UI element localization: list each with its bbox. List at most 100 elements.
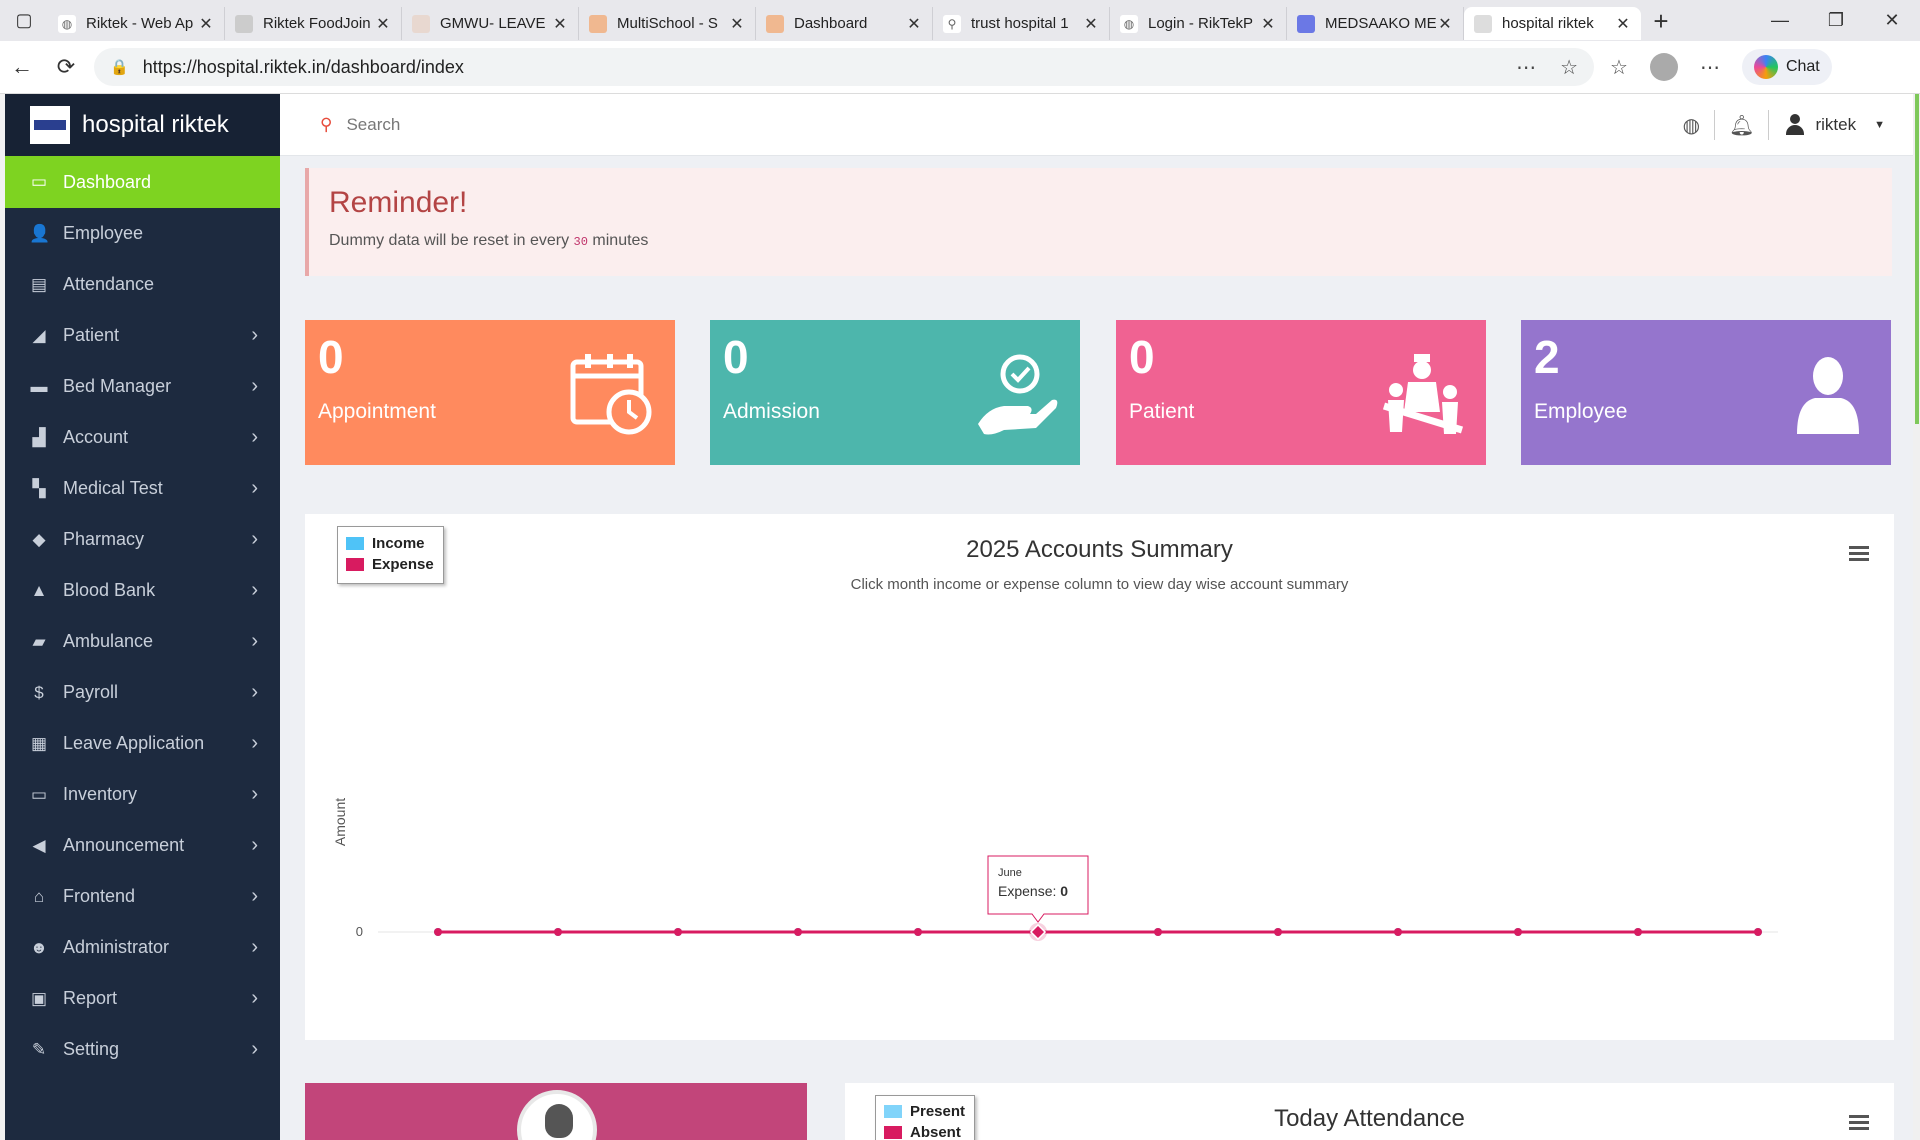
chart-menu-icon[interactable] bbox=[1849, 1115, 1869, 1133]
data-point-expense[interactable] bbox=[1754, 928, 1762, 936]
medical-team-icon bbox=[1382, 354, 1464, 434]
browser-tab[interactable]: GMWU- LEAVE ✕ bbox=[402, 7, 579, 40]
back-icon[interactable]: ← bbox=[0, 47, 44, 87]
calendar-clock-icon bbox=[570, 354, 652, 435]
url-field[interactable]: 🔒 https://hospital.riktek.in/dashboard/i… bbox=[94, 48, 1594, 86]
new-tab-button[interactable]: + bbox=[1641, 6, 1681, 37]
sidebar-item-administrator[interactable]: ☻ Administrator › bbox=[5, 922, 280, 973]
hand-check-icon bbox=[978, 354, 1058, 435]
sidebar-item-attendance[interactable]: ▤ Attendance bbox=[5, 259, 280, 310]
chevron-right-icon: › bbox=[251, 783, 258, 805]
chart-menu-icon[interactable] bbox=[1849, 546, 1869, 564]
sidebar-item-label: Setting bbox=[63, 1039, 120, 1059]
close-tab-icon[interactable]: ✕ bbox=[1437, 14, 1453, 34]
chat-button[interactable]: Chat bbox=[1741, 49, 1832, 85]
keyboard-icon: ▭ bbox=[30, 784, 48, 804]
data-point-expense[interactable] bbox=[1274, 928, 1282, 936]
data-point-expense[interactable] bbox=[1514, 928, 1522, 936]
browser-tab[interactable]: MultiSchool - S ✕ bbox=[579, 7, 756, 40]
search-icon[interactable]: ⚲ bbox=[320, 115, 332, 135]
reminder-minutes: 30 bbox=[573, 235, 588, 249]
admission-card[interactable]: 0 Admission bbox=[710, 320, 1080, 465]
sidebar-item-setting[interactable]: ✎ Setting › bbox=[5, 1024, 280, 1075]
close-tab-icon[interactable]: ✕ bbox=[1260, 14, 1276, 34]
globe-icon[interactable]: ◍ bbox=[1669, 113, 1714, 138]
sidebar-item-label: Blood Bank bbox=[63, 580, 156, 600]
data-point-expense[interactable] bbox=[554, 928, 562, 936]
settings-more-icon[interactable]: ⋯ bbox=[1700, 55, 1720, 80]
sidebar-item-patient[interactable]: ◢ Patient › bbox=[5, 310, 280, 361]
favorites-icon[interactable]: ☆ bbox=[1610, 55, 1628, 80]
sidebar-item-label: Employee bbox=[63, 223, 144, 243]
sidebar-item-blood-bank[interactable]: ▲ Blood Bank › bbox=[5, 565, 280, 616]
data-point-expense[interactable] bbox=[434, 928, 442, 936]
browser-tab[interactable]: Riktek FoodJoin ✕ bbox=[225, 7, 402, 40]
patient-card[interactable]: 0 Patient bbox=[1116, 320, 1486, 465]
data-point-expense[interactable] bbox=[1634, 928, 1642, 936]
sidebar-item-frontend[interactable]: ⌂ Frontend › bbox=[5, 871, 280, 922]
minimize-icon[interactable]: — bbox=[1752, 0, 1808, 41]
sidebar-item-pharmacy[interactable]: ◆ Pharmacy › bbox=[5, 514, 280, 565]
brand[interactable]: hospital riktek bbox=[5, 94, 280, 156]
data-point-expense[interactable] bbox=[1154, 928, 1162, 936]
data-point-expense[interactable] bbox=[794, 928, 802, 936]
sidebar-item-announcement[interactable]: ◀ Announcement › bbox=[5, 820, 280, 871]
appointment-card[interactable]: 0 Appointment bbox=[305, 320, 675, 465]
lock-icon[interactable]: 🔒 bbox=[110, 58, 129, 76]
sidebar-item-employee[interactable]: 👤 Employee bbox=[5, 208, 280, 259]
employee-card[interactable]: 2 Employee bbox=[1521, 320, 1891, 465]
top-navbar: ⚲ ◍ 🔔︎ riktek ▼ bbox=[280, 94, 1913, 156]
browser-tab[interactable]: ◍ Login - RikTekP ✕ bbox=[1110, 7, 1287, 40]
refresh-icon[interactable]: ⟳ bbox=[44, 47, 88, 87]
sidebar-item-payroll[interactable]: $ Payroll › bbox=[5, 667, 280, 718]
data-point-expense[interactable] bbox=[914, 928, 922, 936]
browser-tab[interactable]: hospital riktek ✕ bbox=[1464, 7, 1641, 40]
sidebar-item-ambulance[interactable]: ▰ Ambulance › bbox=[5, 616, 280, 667]
more-tools-icon[interactable]: ⋯ bbox=[1516, 55, 1536, 80]
browser-tab[interactable]: MEDSAAKO ME ✕ bbox=[1287, 7, 1464, 40]
close-tab-icon[interactable]: ✕ bbox=[729, 14, 745, 34]
browser-tab[interactable]: ⚲ trust hospital 1 ✕ bbox=[933, 7, 1110, 40]
close-tab-icon[interactable]: ✕ bbox=[552, 14, 568, 34]
reminder-text: Dummy data will be reset in every 30 min… bbox=[329, 232, 649, 249]
site-icon bbox=[235, 14, 253, 33]
sidebar-item-inventory[interactable]: ▭ Inventory › bbox=[5, 769, 280, 820]
browser-tab[interactable]: ◍ Riktek - Web Ap ✕ bbox=[48, 7, 225, 40]
favorite-star-icon[interactable]: ☆ bbox=[1560, 55, 1578, 80]
user-icon bbox=[1785, 114, 1805, 136]
search-input[interactable] bbox=[346, 114, 747, 135]
sidebar-item-report[interactable]: ▣ Report › bbox=[5, 973, 280, 1024]
sidebar-item-label: Report bbox=[63, 988, 118, 1008]
chevron-right-icon: › bbox=[251, 528, 258, 550]
sidebar: hospital riktek ▭ Dashboard 👤 Employee ▤ Atte… bbox=[5, 94, 280, 1140]
chevron-right-icon: › bbox=[251, 834, 258, 856]
user-menu[interactable]: riktek ▼ bbox=[1769, 114, 1885, 136]
bottom-row: Present Absent Today Attendance bbox=[305, 1083, 1894, 1140]
close-tab-icon[interactable]: ✕ bbox=[198, 14, 214, 34]
tab-actions-icon[interactable]: ▢ bbox=[0, 0, 48, 41]
restore-icon[interactable]: ❐ bbox=[1808, 0, 1864, 41]
sidebar-item-bed-manager[interactable]: ▬ Bed Manager › bbox=[5, 361, 280, 412]
sidebar-item-leave-application[interactable]: ▦ Leave Application › bbox=[5, 718, 280, 769]
face-icon: ☻ bbox=[30, 937, 48, 957]
close-window-icon[interactable]: ✕ bbox=[1864, 0, 1920, 41]
chevron-right-icon: › bbox=[251, 1038, 258, 1060]
close-tab-icon[interactable]: ✕ bbox=[1083, 14, 1099, 34]
brand-name: hospital riktek bbox=[82, 111, 229, 138]
close-tab-icon[interactable]: ✕ bbox=[906, 14, 922, 34]
profile-icon[interactable] bbox=[1649, 53, 1678, 81]
browser-tab[interactable]: Dashboard ✕ bbox=[756, 7, 933, 40]
sidebar-item-dashboard[interactable]: ▭ Dashboard bbox=[5, 156, 280, 208]
data-point-expense[interactable] bbox=[674, 928, 682, 936]
pills-icon: ◆ bbox=[32, 529, 46, 549]
sidebar-menu: ▭ Dashboard 👤 Employee ▤ Attendance ◢ Patient › ▬… bbox=[5, 156, 280, 1075]
sidebar-item-medical-test[interactable]: ▚ Medical Test › bbox=[5, 463, 280, 514]
url-text[interactable]: https://hospital.riktek.in/dashboard/ind… bbox=[143, 57, 1492, 78]
sidebar-item-label: Attendance bbox=[63, 274, 155, 294]
bell-icon[interactable]: 🔔︎ bbox=[1715, 113, 1768, 138]
sidebar-item-account[interactable]: ▟ Account › bbox=[5, 412, 280, 463]
data-point-expense[interactable] bbox=[1394, 928, 1402, 936]
close-tab-icon[interactable]: ✕ bbox=[1615, 14, 1631, 34]
close-tab-icon[interactable]: ✕ bbox=[375, 14, 391, 34]
page-scrollbar[interactable] bbox=[1913, 94, 1920, 1140]
